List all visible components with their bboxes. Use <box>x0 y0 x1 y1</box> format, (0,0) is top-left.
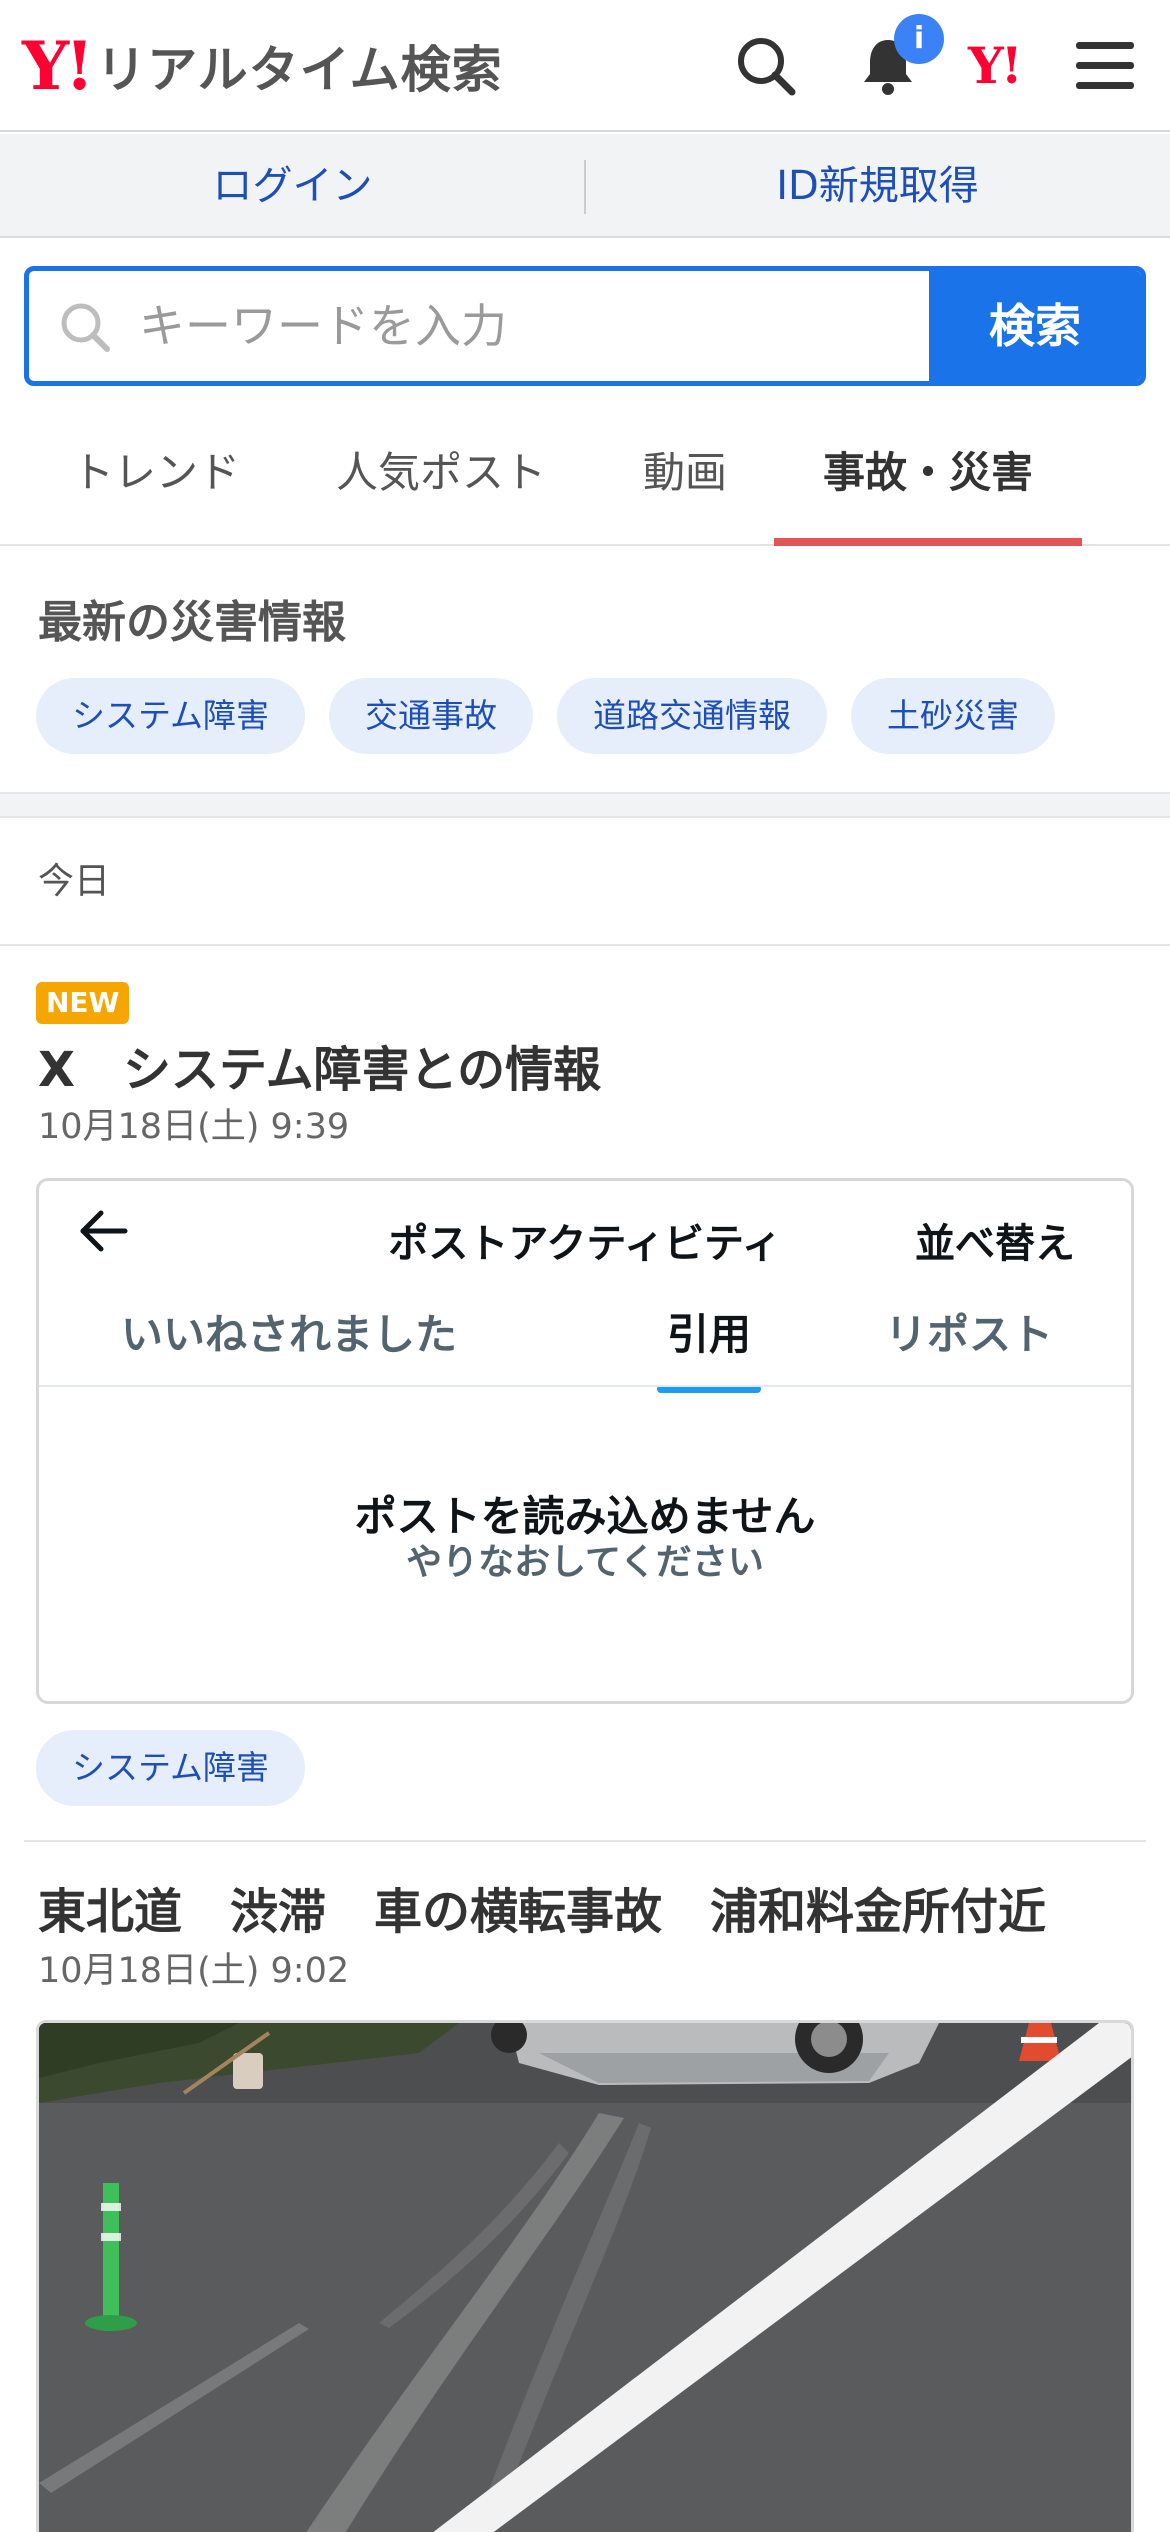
search-icon[interactable] <box>730 30 802 102</box>
search-input[interactable] <box>139 271 939 381</box>
tag-system-failure[interactable]: システム障害 <box>36 1730 306 1806</box>
chip-traffic-accident[interactable]: 交通事故 <box>329 678 534 754</box>
login-bar: ログイン ID新規取得 <box>0 134 1170 238</box>
article-divider <box>24 1840 1146 1842</box>
article-date: 10月18日(土) 9:39 <box>38 1107 350 1147</box>
embed-sort-label: 並べ替え <box>915 1221 1075 1267</box>
tab-popular-posts[interactable]: 人気ポスト <box>316 410 566 546</box>
article-date: 10月18日(土) 9:02 <box>38 1951 350 1991</box>
yahoo-logo-mark: Y! <box>22 27 94 105</box>
embed-tab-reposts: リポスト <box>884 1310 1053 1359</box>
chip-system-failure[interactable]: システム障害 <box>36 678 306 754</box>
section-divider <box>0 792 1170 818</box>
disaster-section-title: 最新の災害情報 <box>38 597 346 648</box>
logo-text: リアルタイム検索 <box>96 41 503 99</box>
notification-badge: i <box>894 14 944 64</box>
disaster-chips: システム障害 交通事故 道路交通情報 土砂災害 <box>36 678 1056 754</box>
embed-tab-likes: いいねされました <box>120 1310 457 1359</box>
register-link[interactable]: ID新規取得 <box>585 134 1170 238</box>
embed-error-sub: やりなおしてください <box>406 1542 764 1583</box>
search-button[interactable]: 検索 <box>929 271 1141 381</box>
accident-photo[interactable] <box>36 2020 1134 2532</box>
yahoo-realtime-logo[interactable]: Y! リアルタイム検索 <box>22 26 503 106</box>
tab-accident-disaster[interactable]: 事故・災害 <box>774 410 1082 546</box>
chip-road-traffic-info[interactable]: 道路交通情報 <box>557 678 828 754</box>
article-title[interactable]: 東北道 渋滞 車の横転事故 浦和料金所付近 <box>38 1872 1046 1942</box>
tab-video[interactable]: 動画 <box>620 410 750 546</box>
embed-tab-divider <box>39 1385 1131 1387</box>
new-badge: NEW <box>36 982 130 1024</box>
date-header: 今日 <box>38 861 111 902</box>
hamburger-menu-icon[interactable] <box>1070 30 1142 102</box>
chip-landslide[interactable]: 土砂災害 <box>851 678 1056 754</box>
search-field-icon <box>55 297 115 357</box>
embed-tab-quotes: 引用 <box>599 1301 819 1393</box>
header: Y! リアルタイム検索 i Y! <box>0 0 1170 132</box>
date-header-divider <box>0 944 1170 946</box>
embedded-post-screenshot[interactable]: ポストアクティビティ 並べ替え いいねされました 引用 リポスト ポストを読み込… <box>36 1178 1134 1704</box>
tab-trend[interactable]: トレンド <box>38 410 274 546</box>
category-tabs: トレンド 人気ポスト 動画 事故・災害 <box>0 410 1170 546</box>
yahoo-japan-icon[interactable]: Y! <box>968 36 1023 95</box>
article-title[interactable]: X システム障害との情報 <box>38 1030 601 1100</box>
login-link[interactable]: ログイン <box>0 134 585 238</box>
search-box: 検索 <box>24 266 1146 386</box>
article-tags: システム障害 <box>36 1730 306 1806</box>
